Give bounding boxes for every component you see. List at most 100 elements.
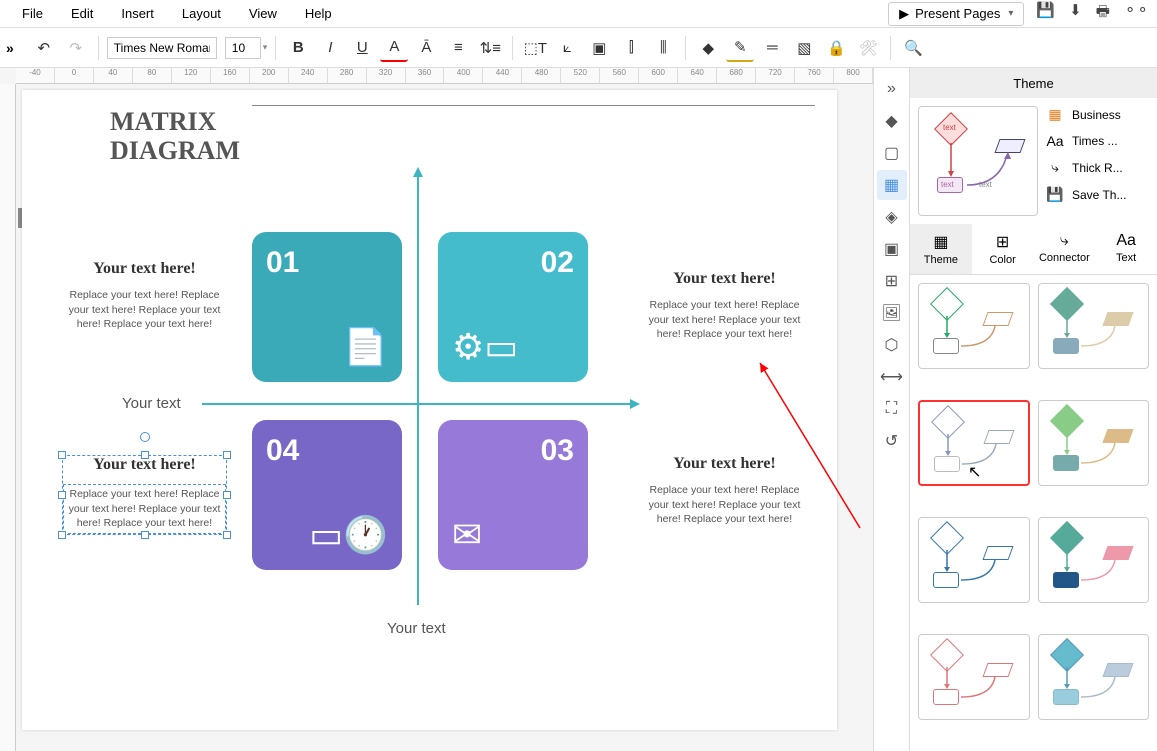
title-underline	[252, 105, 815, 106]
theme-tab-icon: ▦	[912, 232, 970, 252]
theme-thumb-2[interactable]	[1038, 283, 1150, 369]
font-size-select[interactable]	[225, 37, 261, 59]
expand-toolbar-icon[interactable]: »	[6, 40, 14, 56]
search-button[interactable]: 🔍	[899, 34, 927, 62]
fill-button[interactable]: ◆	[694, 34, 722, 62]
bold-button[interactable]: B	[284, 34, 312, 62]
theme-thumb-3[interactable]: ↖	[918, 400, 1030, 486]
resize-handle-mr[interactable]	[223, 491, 231, 499]
align-objects-button[interactable]: ⫿	[617, 34, 645, 62]
axis-horizontal[interactable]	[202, 403, 632, 405]
font-select[interactable]	[107, 37, 217, 59]
canvas-page[interactable]: MATRIX DIAGRAM Your text Your text 01📄 0…	[22, 90, 837, 730]
group-button[interactable]: ▣	[585, 34, 613, 62]
expand-tool-icon[interactable]: ⛶	[877, 394, 907, 424]
theme-opt-connector[interactable]: ⤷Thick R...	[1046, 159, 1149, 176]
slideshow-tool-icon[interactable]: ▣	[877, 234, 907, 264]
gear-windows-icon: ⚙▭	[452, 326, 518, 368]
share-icon[interactable]: ⚬⚬	[1124, 1, 1149, 26]
menu-view[interactable]: View	[235, 2, 291, 25]
quadrant-02[interactable]: 02⚙▭	[438, 232, 588, 382]
save-icon[interactable]: 💾	[1036, 1, 1055, 26]
italic-button[interactable]: I	[316, 34, 344, 62]
orgchart-tool-icon[interactable]: ⬡	[877, 330, 907, 360]
toolbar: » ↶ ↷ ▾ B I U A Ā ≡ ⇅≡ ⬚T ⟀ ▣ ⫿ ⫼ ◆ ✎ ═ …	[0, 28, 1157, 68]
color-tab-icon: ⊞	[974, 232, 1032, 252]
quadrant-01[interactable]: 01📄	[252, 232, 402, 382]
menu-edit[interactable]: Edit	[57, 2, 107, 25]
text-block-3[interactable]: Your text here! Replace your text here! …	[642, 455, 807, 527]
theme-tab-theme[interactable]: ▦Theme	[910, 224, 972, 274]
resize-handle-bl[interactable]	[58, 531, 66, 539]
axis-label-x[interactable]: Your text	[122, 395, 181, 412]
resize-handle-ml[interactable]	[58, 491, 66, 499]
theme-thumb-4[interactable]	[1038, 400, 1150, 486]
theme-thumb-5[interactable]	[918, 517, 1030, 603]
shadow-button[interactable]: ▧	[790, 34, 818, 62]
connector-button[interactable]: ⟀	[553, 34, 581, 62]
palette-icon: ▦	[1046, 106, 1064, 123]
theme-thumb-6[interactable]	[1038, 517, 1150, 603]
theme-tab-color[interactable]: ⊞Color	[972, 224, 1034, 274]
text-block-4-selected[interactable]: Your text here! Replace your text here! …	[62, 455, 227, 535]
line-style-button[interactable]: ═	[758, 34, 786, 62]
underline-button[interactable]: U	[348, 34, 376, 62]
canvas-area[interactable]: -400408012016020024028032036040044048052…	[0, 68, 873, 751]
menu-layout[interactable]: Layout	[168, 2, 235, 25]
font-color-button[interactable]: A	[380, 34, 408, 62]
menu-file[interactable]: File	[8, 2, 57, 25]
align-button[interactable]: ≡	[444, 34, 472, 62]
line-spacing-button[interactable]: ⇅≡	[476, 34, 504, 62]
ruler-horizontal: -400408012016020024028032036040044048052…	[16, 68, 873, 84]
theme-tab-connector[interactable]: ⤷Connector	[1034, 224, 1096, 274]
collapse-panel-icon[interactable]: »	[877, 74, 907, 104]
theme-tool-icon[interactable]: ▦	[877, 170, 907, 200]
lock-button[interactable]: 🔒	[822, 34, 850, 62]
present-pages-button[interactable]: ▶ Present Pages ▾	[888, 2, 1024, 26]
menubar: File Edit Insert Layout View Help ▶ Pres…	[0, 0, 1157, 28]
text-tool-button[interactable]: ⬚T	[521, 34, 549, 62]
theme-opt-business[interactable]: ▦Business	[1046, 106, 1149, 123]
resize-handle-tr[interactable]	[223, 451, 231, 459]
download-icon[interactable]: ⬇	[1069, 1, 1082, 26]
text-tab-icon: Aa	[1097, 232, 1155, 250]
theme-tab-text[interactable]: AaText	[1095, 224, 1157, 274]
quadrant-04[interactable]: 04▭🕐	[252, 420, 402, 570]
grid-tool-icon[interactable]: ⊞	[877, 266, 907, 296]
frame-tool-icon[interactable]: ▢	[877, 138, 907, 168]
resize-handle-tl[interactable]	[58, 451, 66, 459]
fill-tool-icon[interactable]: ◆	[877, 106, 907, 136]
tools-button[interactable]: 🛠	[854, 34, 882, 62]
redo-button[interactable]: ↷	[62, 34, 90, 62]
connector-icon: ⤷	[1046, 159, 1064, 176]
layers-tool-icon[interactable]: ◈	[877, 202, 907, 232]
document-icon: 📄	[343, 326, 388, 368]
theme-opt-save[interactable]: 💾Save Th...	[1046, 186, 1149, 203]
axis-vertical[interactable]	[417, 175, 419, 605]
axis-label-y[interactable]: Your text	[387, 620, 446, 637]
spacer-tool-icon[interactable]: ⟷	[877, 362, 907, 392]
image-tool-icon[interactable]: 🖼	[877, 298, 907, 328]
history-tool-icon[interactable]: ↺	[877, 426, 907, 456]
text-block-2[interactable]: Your text here! Replace your text here! …	[642, 270, 807, 342]
text-block-1[interactable]: Your text here! Replace your text here! …	[62, 260, 227, 332]
theme-opt-font[interactable]: AaTimes ...	[1046, 133, 1149, 149]
menu-insert[interactable]: Insert	[107, 2, 168, 25]
theme-thumb-1[interactable]	[918, 283, 1030, 369]
distribute-button[interactable]: ⫼	[649, 34, 677, 62]
print-icon[interactable]: 🖶	[1096, 1, 1110, 26]
rotate-handle[interactable]	[140, 432, 150, 442]
ruler-vertical	[0, 84, 16, 751]
resize-handle-br[interactable]	[223, 531, 231, 539]
line-color-button[interactable]: ✎	[726, 34, 754, 62]
quadrant-03[interactable]: 03✉	[438, 420, 588, 570]
menu-help[interactable]: Help	[291, 2, 346, 25]
theme-thumb-8[interactable]	[1038, 634, 1150, 720]
theme-panel-title: Theme	[910, 68, 1157, 98]
undo-button[interactable]: ↶	[30, 34, 58, 62]
resize-handle-bm[interactable]	[141, 531, 149, 539]
theme-thumb-7[interactable]	[918, 634, 1030, 720]
resize-handle-tm[interactable]	[141, 451, 149, 459]
text-highlight-button[interactable]: Ā	[412, 34, 440, 62]
diagram-title[interactable]: MATRIX DIAGRAM	[110, 108, 240, 165]
